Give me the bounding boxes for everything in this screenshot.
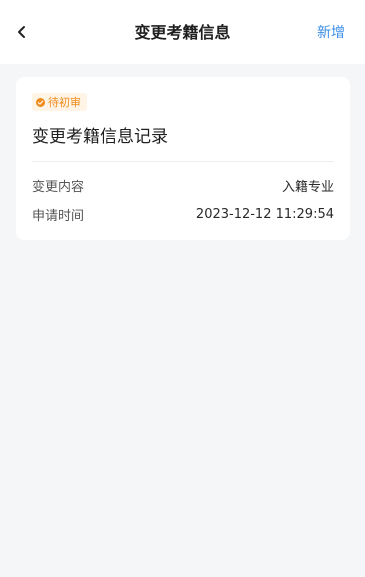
field-row-apply-time: 申请时间 2023-12-12 11:29:54	[32, 204, 334, 224]
field-value: 入籍专业	[281, 179, 334, 195]
field-label: 变更内容	[32, 179, 85, 195]
field-label: 申请时间	[32, 208, 85, 224]
field-row-change-content: 变更内容 入籍专业	[32, 175, 334, 195]
record-card[interactable]: 待初审 变更考籍信息记录 变更内容 入籍专业 申请时间 2023-12-12 1…	[16, 77, 350, 240]
status-badge: 待初审	[32, 93, 87, 111]
add-new-button[interactable]: 新增	[317, 0, 345, 64]
divider	[32, 161, 334, 162]
page-title: 变更考籍信息	[134, 23, 231, 42]
field-value: 2023-12-12 11:29:54	[195, 206, 334, 222]
navigation-bar: 变更考籍信息 新增	[0, 0, 365, 64]
record-title: 变更考籍信息记录	[32, 127, 168, 147]
status-badge-label: 待初审	[48, 96, 81, 109]
status-dot-icon	[36, 97, 45, 107]
